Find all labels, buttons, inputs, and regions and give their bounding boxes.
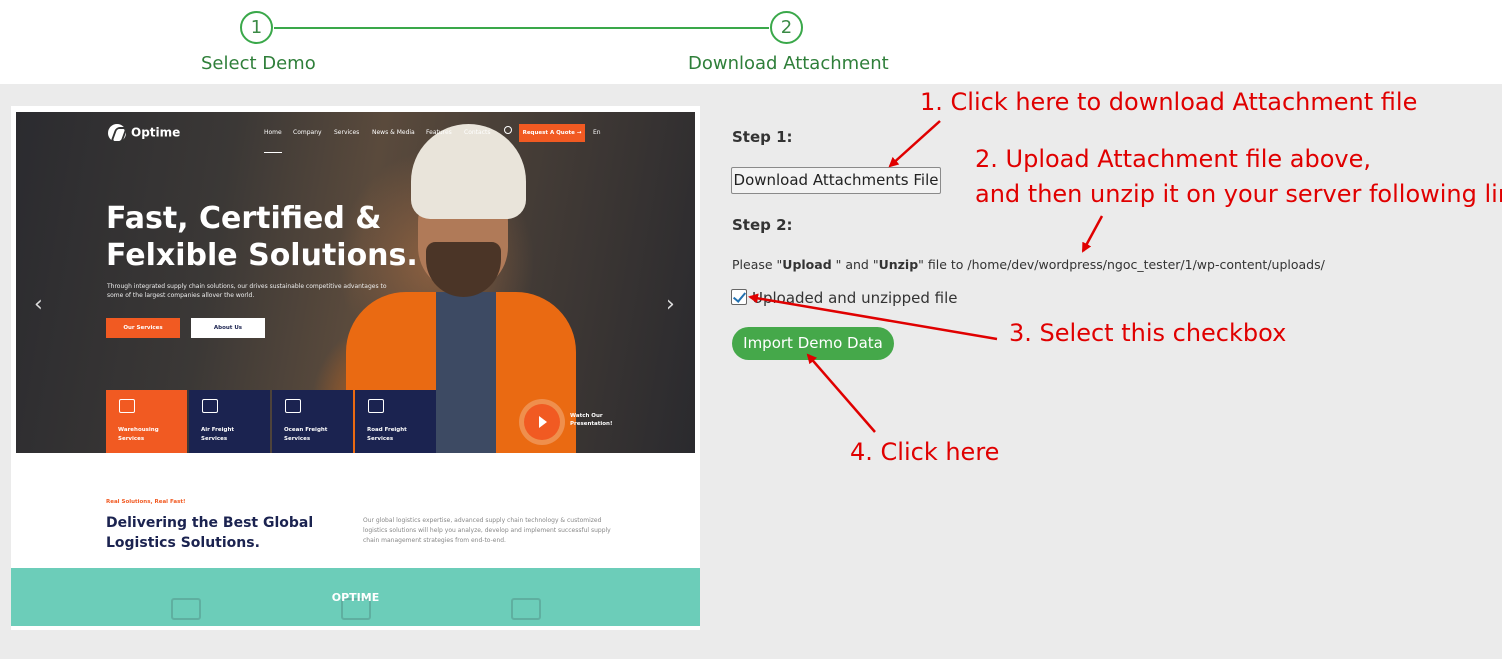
arrow-to-checkbox [748,293,998,341]
annotation-arrows [748,120,1104,433]
arrow-to-download-button [888,120,941,168]
arrow-to-upload-path [1081,215,1104,253]
arrow-to-import-button [806,353,876,433]
